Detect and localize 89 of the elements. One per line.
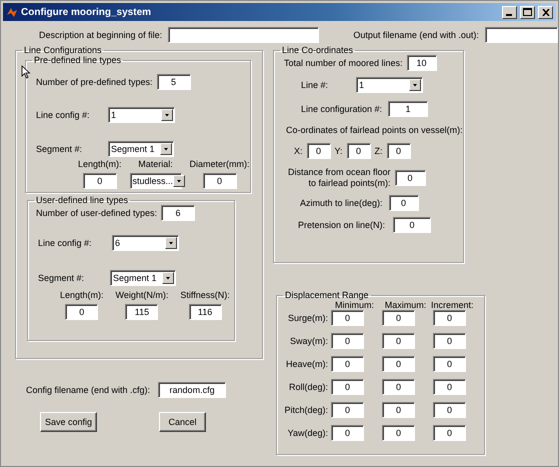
- group-title: Displacement Range: [284, 290, 370, 300]
- dropdown[interactable]: Segment 1: [108, 141, 174, 157]
- input-field[interactable]: 0: [346, 143, 371, 159]
- dropdown[interactable]: 1: [108, 107, 175, 123]
- dropdown[interactable]: 6: [112, 235, 179, 251]
- field-label: Line #:: [301, 80, 328, 90]
- input-field[interactable]: 10: [406, 55, 437, 71]
- close-icon: [542, 8, 550, 16]
- input-field[interactable]: [168, 27, 320, 43]
- field-label: Diameter(mm):: [190, 159, 250, 169]
- input-field[interactable]: 0: [388, 195, 419, 211]
- close-button[interactable]: [538, 6, 553, 18]
- field-label: Number of user-defined types:: [36, 208, 158, 218]
- input-field[interactable]: 0: [331, 333, 364, 349]
- field-label: Length(m):: [60, 290, 104, 300]
- input-field[interactable]: 0: [382, 310, 415, 326]
- field-label: Line configuration #:: [301, 104, 382, 114]
- window-title: Configure mooring_system: [21, 6, 152, 18]
- column-header: Minimum:: [334, 300, 375, 310]
- dropdown[interactable]: studless...: [130, 173, 182, 189]
- input-field[interactable]: 0: [382, 379, 415, 395]
- app-logo-icon: [6, 6, 18, 18]
- input-field[interactable]: 0: [331, 379, 364, 395]
- minimize-button[interactable]: [502, 6, 517, 18]
- input-field[interactable]: 116: [188, 304, 222, 320]
- field-label: Number of pre-defined types:: [36, 77, 153, 87]
- field-label: Pretension on line(N):: [298, 220, 386, 230]
- dropdown[interactable]: Segment 1: [110, 270, 176, 286]
- field-label: Config filename (end with .cfg):: [26, 385, 150, 395]
- input-field[interactable]: 0: [433, 379, 466, 395]
- input-field[interactable]: 0: [202, 173, 237, 189]
- maximize-icon: [523, 8, 532, 16]
- input-field[interactable]: 0: [433, 310, 466, 326]
- field-label: Segment #:: [38, 273, 86, 283]
- input-field[interactable]: 0: [433, 356, 466, 372]
- input-field[interactable]: 0: [331, 310, 364, 326]
- group-title: Pre-defined line types: [33, 55, 122, 65]
- input-field[interactable]: 5: [156, 74, 191, 90]
- mouse-cursor-icon: [21, 65, 31, 79]
- input-field[interactable]: 0: [393, 217, 432, 233]
- input-field[interactable]: 6: [161, 205, 196, 221]
- input-field[interactable]: 0: [82, 173, 117, 189]
- dialog-button[interactable]: Cancel: [159, 412, 206, 432]
- input-field[interactable]: 0: [331, 356, 364, 372]
- input-field[interactable]: 0: [382, 402, 415, 418]
- field-label: Material:: [138, 159, 173, 169]
- input-field[interactable]: 115: [125, 304, 158, 320]
- row-label: Heave(m):: [284, 359, 329, 369]
- input-field[interactable]: 0: [433, 333, 466, 349]
- input-field[interactable]: 0: [382, 333, 415, 349]
- field-label: Co-ordinates of fairlead points on vessel(m):: [286, 125, 463, 135]
- field-label: Total number of moored lines:: [284, 58, 403, 68]
- row-label: Surge(m):: [286, 313, 329, 323]
- field-label: Length(m):: [78, 159, 122, 169]
- field-label: Output filename (end with .out):: [353, 30, 479, 40]
- field-label: Y:: [334, 146, 343, 156]
- field-label: Segment #:: [36, 144, 84, 154]
- group-title: User-defined line types: [35, 195, 130, 205]
- input-field[interactable]: 0: [386, 143, 411, 159]
- input-field[interactable]: 0: [331, 402, 364, 418]
- input-field[interactable]: 0: [394, 170, 426, 186]
- input-field[interactable]: random.cfg: [158, 382, 226, 398]
- dialog-button[interactable]: Save config: [40, 412, 98, 432]
- group-title: Line Configurations: [23, 45, 103, 55]
- row-label: Yaw(deg):: [286, 428, 329, 438]
- dropdown[interactable]: 1: [356, 77, 424, 93]
- input-field[interactable]: [484, 27, 558, 43]
- input-field[interactable]: 0: [331, 425, 364, 441]
- field-label: Azimuth to line(deg):: [300, 198, 383, 208]
- field-label: Z:: [374, 146, 383, 156]
- input-field[interactable]: 0: [433, 425, 466, 441]
- group-title: Line Co-ordinates: [281, 45, 354, 55]
- field-label: Weight(N/m):: [116, 290, 168, 300]
- row-label: Pitch(deg):: [283, 405, 329, 415]
- column-header: Increment:: [431, 300, 471, 310]
- input-field[interactable]: 0: [65, 304, 98, 320]
- input-field[interactable]: 0: [382, 425, 415, 441]
- input-field[interactable]: 0: [306, 143, 331, 159]
- column-header: Maximum:: [384, 300, 428, 310]
- maximize-button[interactable]: [520, 6, 535, 18]
- input-field[interactable]: 1: [388, 101, 428, 117]
- input-field[interactable]: 0: [433, 402, 466, 418]
- input-field[interactable]: 0: [382, 356, 415, 372]
- row-label: Sway(m):: [289, 336, 329, 346]
- row-label: Roll(deg):: [288, 382, 329, 392]
- field-label: X:: [294, 146, 303, 156]
- field-label: Description at beginning of file:: [39, 30, 162, 40]
- field-label: Stiffness(N):: [180, 290, 230, 300]
- field-label: Distance from ocean floor to fairlead points(m):: [288, 167, 391, 189]
